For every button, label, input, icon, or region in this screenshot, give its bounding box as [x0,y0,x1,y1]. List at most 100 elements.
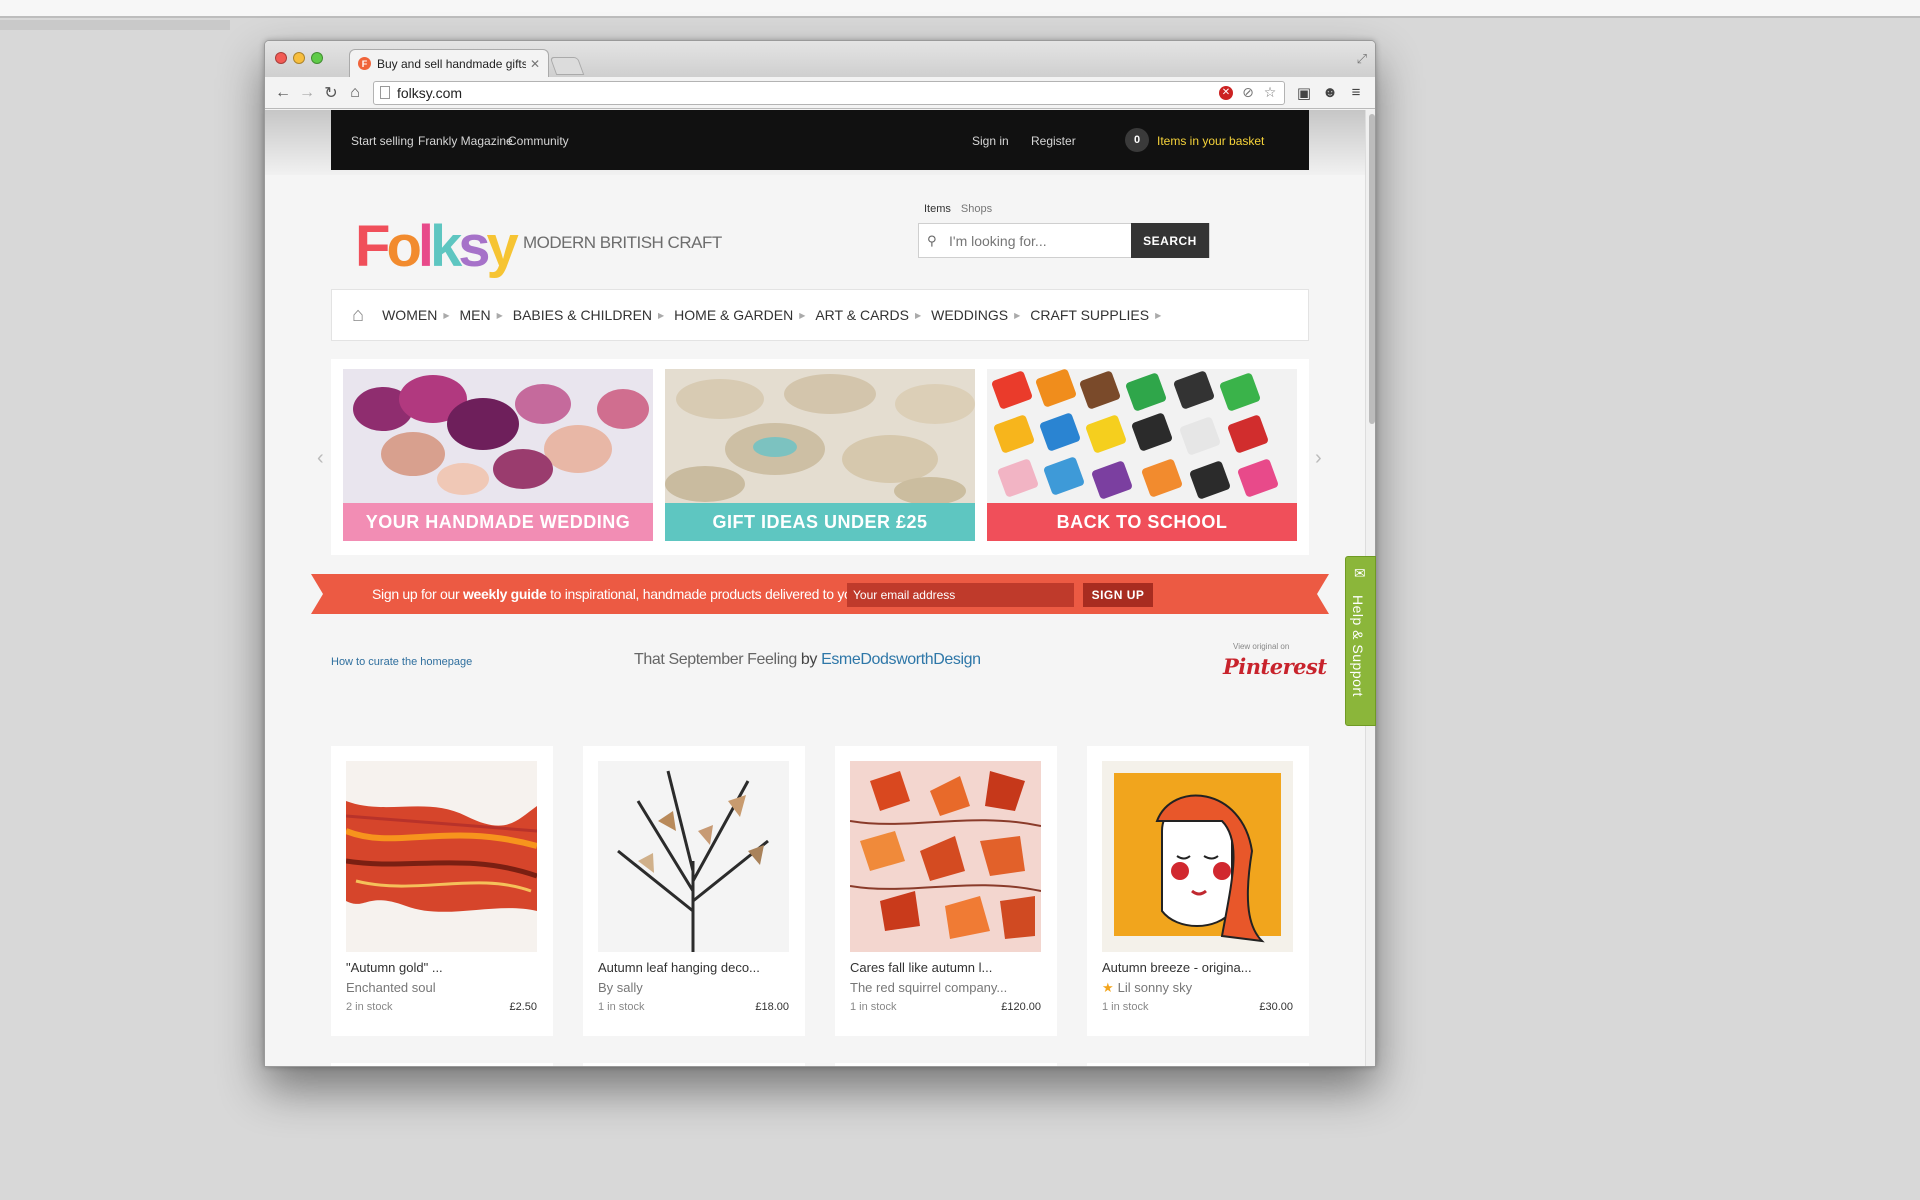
carousel-prev-icon[interactable]: ‹ [317,447,324,470]
menu-icon[interactable]: ≡ [1343,81,1369,105]
carousel-next-icon[interactable]: › [1315,447,1322,470]
page-viewport: Start selling Frankly Magazine Community… [265,110,1375,1066]
nav-home-garden[interactable]: HOME & GARDEN ▶ [674,307,805,323]
browser-toolbar: ← → ↻ ⌂ folksy.com ✕ ⊘ ☆ ▣ ☻ ≡ [265,77,1375,109]
caret-right-icon: ▶ [496,310,503,320]
product-price: £18.00 [755,1001,789,1013]
product-stock: 1 in stock [850,1001,897,1013]
caret-right-icon: ▶ [799,310,806,320]
community-link[interactable]: Community [508,134,569,148]
board-by: by [800,651,818,668]
pinterest-logo[interactable]: Pinterest [1223,654,1327,679]
nav-art-cards[interactable]: ART & CARDS ▶ [815,307,921,323]
signup-text: Sign up for our weekly guide to inspirat… [372,586,899,602]
product-shop[interactable]: By sally [598,980,643,995]
product-stock: 2 in stock [346,1001,393,1013]
stop-icon[interactable]: ✕ [1218,85,1234,101]
search-scope-tabs: Items Shops [924,203,992,215]
banner-back-to-school[interactable]: BACK TO SCHOOL [987,369,1297,541]
banner-label: YOUR HANDMADE WEDDING [343,503,653,541]
extension-icon[interactable]: ▣ [1291,81,1317,105]
nav-women[interactable]: WOMEN ▶ [382,307,449,323]
fullscreen-icon[interactable]: ⤢ [1357,51,1367,67]
scrollbar-thumb[interactable] [1369,114,1375,424]
folksy-logo[interactable]: Folksy [355,206,519,276]
product-stock: 1 in stock [598,1001,645,1013]
board-author-link[interactable]: EsmeDodsworthDesign [821,651,981,668]
newsletter-email-input[interactable] [847,583,1074,607]
close-window-button[interactable] [275,52,287,64]
nav-label: MEN [459,307,491,323]
back-icon[interactable]: ← [271,81,295,105]
banner-gift-ideas[interactable]: GIFT IDEAS UNDER £25 [665,369,975,541]
page-icon [380,86,390,99]
product-price: £120.00 [1001,1001,1041,1013]
product-card[interactable]: Autumn leaf hanging deco... By sally 1 i… [583,746,805,1036]
sign-in-link[interactable]: Sign in [972,134,1009,148]
nav-babies-children[interactable]: BABIES & CHILDREN ▶ [513,307,664,323]
url-text[interactable]: folksy.com [397,85,1212,101]
forward-icon[interactable]: → [295,81,319,105]
basket-link[interactable]: Items in your basket [1157,134,1264,148]
how-to-curate-link[interactable]: How to curate the homepage [331,656,472,668]
sign-up-button[interactable]: SIGN UP [1083,583,1153,607]
product-card[interactable]: "Autumn gold" ... Enchanted soul 2 in st… [331,746,553,1036]
product-shop[interactable]: ★ Lil sonny sky [1102,980,1192,996]
board-heading: That September Feeling by EsmeDodsworthD… [634,651,981,669]
caret-right-icon: ▶ [443,310,450,320]
home-icon[interactable]: ⌂ [343,81,367,105]
product-price: £30.00 [1259,1001,1293,1013]
start-selling-link[interactable]: Start selling [351,134,414,148]
register-link[interactable]: Register [1031,134,1076,148]
signup-text-before: Sign up for our [372,586,463,602]
product-card[interactable]: Autumn breeze - origina... ★ Lil sonny sk… [1087,746,1309,1036]
search-button[interactable]: SEARCH [1131,223,1209,258]
search-tab-shops[interactable]: Shops [961,203,992,215]
github-extension-icon[interactable]: ☻ [1317,81,1343,105]
minimize-window-button[interactable] [293,52,305,64]
product-card-partial[interactable] [835,1063,1057,1066]
product-card-partial[interactable] [331,1063,553,1066]
product-shop-name: Lil sonny sky [1117,980,1193,995]
featured-star-icon: ★ [1102,980,1114,995]
nav-craft-supplies[interactable]: CRAFT SUPPLIES ▶ [1030,307,1161,323]
help-support-tab[interactable]: ✉ Help & Support [1345,556,1376,726]
product-stock: 1 in stock [1102,1001,1149,1013]
ceramic-bowls-image [665,369,975,503]
product-shop[interactable]: Enchanted soul [346,980,436,995]
caret-right-icon: ▶ [914,310,922,320]
star-icon[interactable]: ☆ [1262,84,1278,101]
nav-men[interactable]: MEN ▶ [459,307,502,323]
new-tab-button[interactable] [549,57,585,75]
banner-handmade-wedding[interactable]: YOUR HANDMADE WEDDING [343,369,653,541]
zoom-window-button[interactable] [311,52,323,64]
browser-tab[interactable]: F Buy and sell handmade gifts ✕ [349,49,549,77]
help-support-label: Help & Support [1350,595,1366,697]
desktop-top-bar [0,0,1920,18]
banner-label: BACK TO SCHOOL [987,503,1297,541]
block-icon[interactable]: ⊘ [1240,84,1256,101]
product-title[interactable]: Cares fall like autumn l... [850,960,992,975]
product-title[interactable]: "Autumn gold" ... [346,960,443,975]
home-nav-icon[interactable]: ⌂ [352,304,364,327]
product-image [850,761,1041,952]
search-tab-items[interactable]: Items [924,203,951,215]
frankly-magazine-link[interactable]: Frankly Magazine [418,134,513,148]
close-tab-icon[interactable]: ✕ [530,57,540,71]
product-card-partial[interactable] [1087,1063,1309,1066]
reload-icon[interactable]: ↻ [319,81,343,105]
product-card[interactable]: Cares fall like autumn l... The red squi… [835,746,1057,1036]
product-card-partial[interactable] [583,1063,805,1066]
address-bar[interactable]: folksy.com ✕ ⊘ ☆ [373,80,1285,105]
search-input[interactable] [919,224,1131,257]
product-title[interactable]: Autumn breeze - origina... [1102,960,1252,975]
product-shop[interactable]: The red squirrel company... [850,980,1007,995]
megaphone-icon: ✉ [1354,565,1366,581]
window-controls [275,52,323,64]
basket-count-badge[interactable]: 0 [1125,128,1149,152]
search-form: ⚲ SEARCH [918,223,1210,258]
folksy-favicon-icon: F [358,57,371,70]
product-title[interactable]: Autumn leaf hanging deco... [598,960,760,975]
nav-weddings[interactable]: WEDDINGS ▶ [931,307,1020,323]
newsletter-signup-ribbon: Sign up for our weekly guide to inspirat… [311,574,1329,614]
